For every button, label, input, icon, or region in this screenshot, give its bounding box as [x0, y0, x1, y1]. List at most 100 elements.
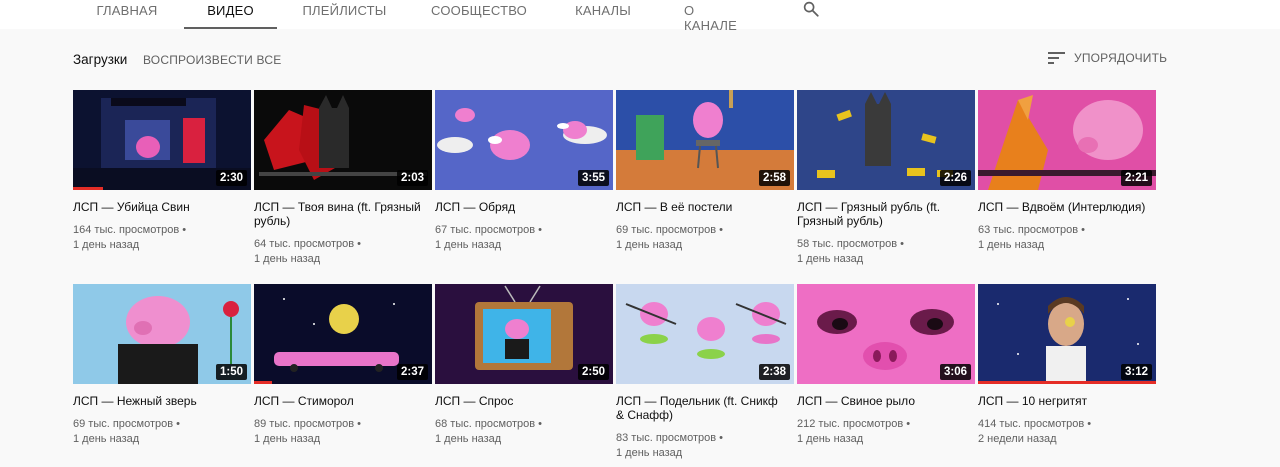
video-meta: 69 тыс. просмотров • 1 день назад — [616, 224, 724, 251]
video-duration: 2:03 — [396, 170, 428, 186]
tab-about[interactable]: О КАНАЛЕ — [684, 0, 744, 33]
video-card[interactable]: 3:06 ЛСП — Свиное рыло 212 тыс. просмотр… — [797, 284, 975, 447]
view-count: 212 тыс. просмотров — [797, 418, 904, 430]
video-duration: 2:58 — [758, 170, 790, 186]
tab-videos[interactable]: ВИДЕО — [184, 0, 277, 29]
tab-community[interactable]: СООБЩЕСТВО — [431, 0, 527, 29]
view-count: 69 тыс. просмотров — [73, 418, 174, 430]
upload-age: 1 день назад — [254, 253, 321, 265]
view-count: 67 тыс. просмотров — [435, 224, 536, 236]
upload-age: 1 день назад — [435, 239, 502, 251]
upload-age: 1 день назад — [978, 239, 1045, 251]
tab-playlists[interactable]: ПЛЕЙЛИСТЫ — [303, 0, 387, 29]
upload-age: 1 день назад — [616, 239, 683, 251]
view-count: 68 тыс. просмотров — [435, 418, 536, 430]
video-card[interactable]: 3:12 ЛСП — 10 негритят 414 тыс. просмотр… — [978, 284, 1156, 447]
watch-progress-bar — [254, 381, 272, 384]
video-meta: 68 тыс. просмотров • 1 день назад — [435, 418, 543, 445]
sort-button[interactable]: УПОРЯДОЧИТЬ — [1048, 51, 1167, 65]
video-card[interactable]: 2:26 ЛСП — Грязный рубль (ft. Грязный ру… — [797, 90, 975, 267]
video-card[interactable]: 2:30 ЛСП — Убийца Свин 164 тыс. просмотр… — [73, 90, 251, 253]
video-duration: 2:37 — [396, 364, 428, 380]
video-thumbnail[interactable]: 3:55 — [435, 90, 613, 190]
video-meta: 63 тыс. просмотров • 1 день назад — [978, 224, 1086, 251]
tab-home[interactable]: ГЛАВНАЯ — [96, 0, 157, 29]
video-thumbnail[interactable]: 2:37 — [254, 284, 432, 384]
upload-age: 1 день назад — [435, 433, 502, 445]
video-duration: 3:55 — [577, 170, 609, 186]
video-duration: 2:50 — [577, 364, 609, 380]
view-count: 58 тыс. просмотров — [797, 238, 898, 250]
video-duration: 1:50 — [215, 364, 247, 380]
video-title[interactable]: ЛСП — Грязный рубль (ft. Грязный рубль) — [797, 200, 967, 228]
video-thumbnail[interactable]: 2:30 — [73, 90, 251, 190]
search-icon[interactable] — [802, 0, 820, 18]
watch-progress-bar — [73, 187, 104, 190]
video-card[interactable]: 2:21 ЛСП — Вдвоём (Интерлюдия) 63 тыс. п… — [978, 90, 1156, 253]
view-count: 83 тыс. просмотров — [616, 432, 717, 444]
video-meta: 64 тыс. просмотров • 1 день назад — [254, 238, 362, 265]
view-count: 63 тыс. просмотров — [978, 224, 1079, 236]
video-meta: 67 тыс. просмотров • 1 день назад — [435, 224, 543, 251]
view-count: 64 тыс. просмотров — [254, 238, 355, 250]
video-title[interactable]: ЛСП — Свиное рыло — [797, 394, 967, 408]
video-card[interactable]: 2:37 ЛСП — Стиморол 89 тыс. просмотров •… — [254, 284, 432, 447]
sort-icon — [1048, 52, 1065, 64]
view-count: 164 тыс. просмотров — [73, 224, 180, 236]
video-card[interactable]: 2:03 ЛСП — Твоя вина (ft. Грязный рубль)… — [254, 90, 432, 267]
upload-age: 1 день назад — [797, 253, 864, 265]
upload-age: 1 день назад — [254, 433, 321, 445]
video-thumbnail[interactable]: 3:12 — [978, 284, 1156, 384]
video-thumbnail[interactable]: 2:58 — [616, 90, 794, 190]
video-duration: 3:12 — [1120, 364, 1152, 380]
video-title[interactable]: ЛСП — 10 негритят — [978, 394, 1148, 408]
upload-age: 1 день назад — [797, 433, 864, 445]
video-duration: 2:38 — [758, 364, 790, 380]
channel-tabs: ГЛАВНАЯ ВИДЕО ПЛЕЙЛИСТЫ СООБЩЕСТВО КАНАЛ… — [0, 0, 1280, 33]
video-thumbnail[interactable]: 1:50 — [73, 284, 251, 384]
video-card[interactable]: 2:38 ЛСП — Подельник (ft. Сникф & Снафф)… — [616, 284, 794, 461]
video-title[interactable]: ЛСП — В её постели — [616, 200, 786, 214]
video-thumbnail[interactable]: 2:21 — [978, 90, 1156, 190]
upload-age: 1 день назад — [616, 447, 683, 459]
upload-age: 2 недели назад — [978, 433, 1057, 445]
view-count: 89 тыс. просмотров — [254, 418, 355, 430]
video-meta: 83 тыс. просмотров • 1 день назад — [616, 432, 724, 459]
video-thumbnail[interactable]: 2:38 — [616, 284, 794, 384]
video-title[interactable]: ЛСП — Убийца Свин — [73, 200, 243, 214]
play-all-button[interactable]: ВОСПРОИЗВЕСТИ ВСЕ — [143, 53, 281, 67]
video-thumbnail[interactable]: 2:50 — [435, 284, 613, 384]
video-title[interactable]: ЛСП — Спрос — [435, 394, 605, 408]
video-card[interactable]: 1:50 ЛСП — Нежный зверь 69 тыс. просмотр… — [73, 284, 251, 447]
view-count: 69 тыс. просмотров — [616, 224, 717, 236]
video-title[interactable]: ЛСП — Обряд — [435, 200, 605, 214]
video-thumbnail[interactable]: 3:06 — [797, 284, 975, 384]
video-title[interactable]: ЛСП — Твоя вина (ft. Грязный рубль) — [254, 200, 424, 228]
watch-progress-bar — [978, 381, 1156, 384]
video-title[interactable]: ЛСП — Подельник (ft. Сникф & Снафф) — [616, 394, 786, 422]
sort-label: УПОРЯДОЧИТЬ — [1074, 51, 1168, 65]
video-meta: 89 тыс. просмотров • 1 день назад — [254, 418, 362, 445]
video-duration: 2:26 — [939, 170, 971, 186]
video-card[interactable]: 3:55 ЛСП — Обряд 67 тыс. просмотров • 1 д… — [435, 90, 613, 253]
video-thumbnail[interactable]: 2:03 — [254, 90, 432, 190]
video-title[interactable]: ЛСП — Нежный зверь — [73, 394, 243, 408]
view-count: 414 тыс. просмотров — [978, 418, 1085, 430]
upload-age: 1 день назад — [73, 239, 140, 251]
video-title[interactable]: ЛСП — Стиморол — [254, 394, 424, 408]
video-meta: 414 тыс. просмотров • 2 недели назад — [978, 418, 1092, 445]
section-title: Загрузки — [73, 52, 128, 67]
tab-channels[interactable]: КАНАЛЫ — [575, 0, 631, 29]
video-meta: 58 тыс. просмотров • 1 день назад — [797, 238, 905, 265]
video-title[interactable]: ЛСП — Вдвоём (Интерлюдия) — [978, 200, 1148, 214]
video-card[interactable]: 2:58 ЛСП — В её постели 69 тыс. просмотр… — [616, 90, 794, 253]
video-thumbnail[interactable]: 2:26 — [797, 90, 975, 190]
video-meta: 69 тыс. просмотров • 1 день назад — [73, 418, 181, 445]
video-meta: 212 тыс. просмотров • 1 день назад — [797, 418, 911, 445]
video-card[interactable]: 2:50 ЛСП — Спрос 68 тыс. просмотров • 1 д… — [435, 284, 613, 447]
video-meta: 164 тыс. просмотров • 1 день назад — [73, 224, 187, 251]
video-duration: 3:06 — [939, 364, 971, 380]
upload-age: 1 день назад — [73, 433, 140, 445]
video-duration: 2:30 — [215, 170, 247, 186]
video-duration: 2:21 — [1120, 170, 1152, 186]
